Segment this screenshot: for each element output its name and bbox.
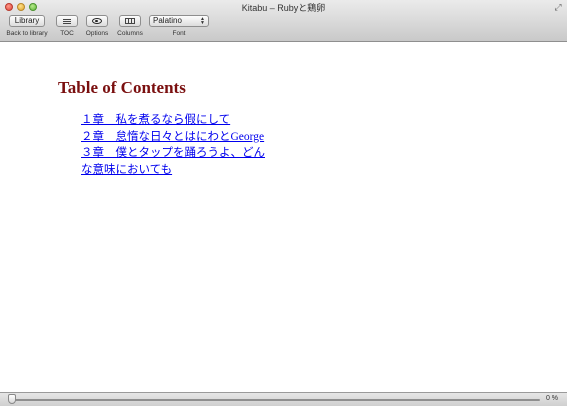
font-select-value: Palatino	[153, 16, 182, 25]
options-label: Options	[85, 30, 109, 37]
fullscreen-icon[interactable]: ⤢	[553, 2, 563, 12]
window-titlebar: Kitabu – Rubyと鶏卵 ⤢ Library Back to libra…	[0, 0, 567, 42]
library-button[interactable]: Library	[9, 15, 45, 27]
options-button[interactable]	[86, 15, 108, 27]
font-label: Font	[172, 30, 186, 37]
toc-link-chapter-1[interactable]: １章 私を煮るなら假にして	[81, 112, 271, 129]
updown-arrows-icon: ▲ ▼	[200, 16, 205, 26]
window-title: Kitabu – Rubyと鶏卵	[241, 3, 326, 13]
font-select[interactable]: Palatino ▲ ▼	[149, 15, 209, 27]
columns-button[interactable]	[119, 15, 141, 27]
toc-link-chapter-3[interactable]: ３章 僕とタップを踊ろうよ、どん	[81, 145, 271, 162]
progress-bar: 0 %	[0, 392, 567, 406]
toolbar-item-library: Library Back to library	[4, 15, 50, 37]
toolbar-item-toc: TOC	[54, 15, 80, 37]
toolbar-item-options: Options	[82, 15, 112, 37]
eye-icon	[92, 18, 102, 24]
progress-slider-track[interactable]	[12, 399, 540, 401]
toc-heading: Table of Contents	[58, 78, 186, 97]
progress-percent: 0 %	[545, 395, 558, 402]
toc-button[interactable]	[56, 15, 78, 27]
list-icon	[63, 18, 71, 24]
progress-slider-knob[interactable]	[8, 394, 16, 404]
library-label: Back to library	[6, 30, 48, 37]
columns-icon	[125, 18, 135, 24]
toc-link-chapter-3-continued[interactable]: な意味においても	[81, 162, 271, 179]
book-content: Table of Contents １章 私を煮るなら假にして ２章 怠惰な日々…	[0, 43, 567, 392]
toc-list: １章 私を煮るなら假にして ２章 怠惰な日々とはにわとGeorge ３章 僕とタ…	[81, 112, 271, 178]
toolbar-item-font: Palatino ▲ ▼ Font	[148, 15, 210, 37]
toolbar-item-columns: Columns	[114, 15, 146, 37]
columns-label: Columns	[117, 30, 143, 37]
toc-label: TOC	[60, 30, 74, 37]
toc-link-chapter-2[interactable]: ２章 怠惰な日々とはにわとGeorge	[81, 129, 271, 146]
